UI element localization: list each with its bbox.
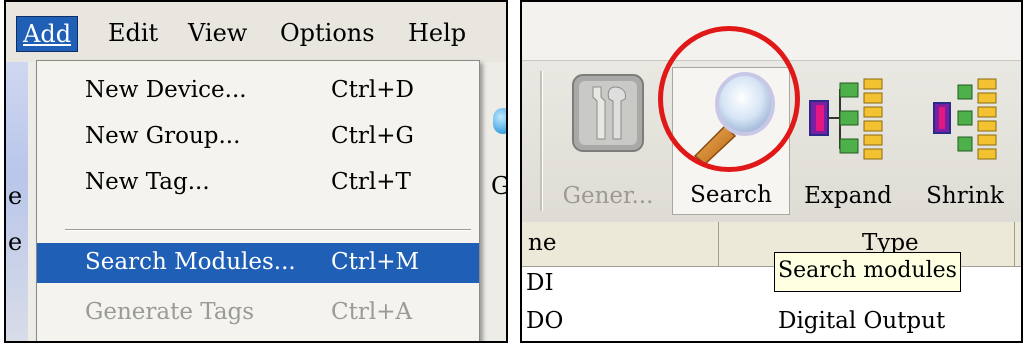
menu-bar: Add Edit View Options Help	[6, 2, 506, 62]
menu-item-new-device[interactable]: New Device... Ctrl+D	[37, 71, 479, 111]
column-divider[interactable]	[718, 222, 719, 266]
add-menu-dropdown: New Device... Ctrl+D New Group... Ctrl+G…	[36, 60, 480, 341]
background-text: e	[8, 228, 23, 256]
shrink-label: Shrink	[926, 183, 1004, 209]
shrink-button[interactable]: Shrink	[910, 67, 1020, 215]
menu-item-label: New Group...	[85, 123, 241, 149]
left-screenshot-panel: Add Edit View Options Help e G e New Dev…	[4, 0, 508, 343]
column-header-name[interactable]: ne	[528, 230, 556, 256]
menu-item-generate-tags[interactable]: Generate Tags Ctrl+A	[37, 293, 479, 333]
cell-type: Digital Output	[778, 308, 946, 334]
search-label: Search	[690, 182, 772, 208]
expand-label: Expand	[804, 183, 892, 209]
menu-item-new-tag[interactable]: New Tag... Ctrl+T	[37, 163, 479, 203]
menu-item-shortcut: Ctrl+M	[331, 249, 420, 275]
menu-item-shortcut: Ctrl+D	[331, 77, 414, 103]
tree-shrink-icon	[933, 78, 997, 160]
tree-expand-icon	[809, 78, 883, 160]
menu-item-shortcut: Ctrl+T	[331, 169, 411, 195]
expand-button[interactable]: Expand	[796, 67, 900, 215]
highlight-circle	[658, 26, 800, 172]
globe-icon	[493, 108, 506, 134]
cell-name: DO	[526, 308, 564, 334]
right-screenshot-panel: Gener... Search Expand Shrink ne Type DI…	[520, 0, 1023, 343]
menu-item-shortcut: Ctrl+G	[331, 123, 414, 149]
generate-button[interactable]: Gener...	[552, 67, 664, 215]
search-tooltip: Search modules	[774, 252, 961, 292]
menu-item-shortcut: Ctrl+A	[331, 299, 413, 325]
menu-separator	[65, 229, 471, 231]
toolbar-divider	[540, 71, 543, 211]
menu-item-label: Generate Tags	[85, 299, 255, 325]
wrench-screwdriver-icon	[572, 74, 644, 152]
cell-name: DI	[526, 270, 554, 296]
menu-view[interactable]: View	[182, 16, 253, 50]
menu-item-label: Search Modules...	[85, 249, 296, 275]
menu-options[interactable]: Options	[274, 16, 381, 50]
menu-help[interactable]: Help	[402, 16, 472, 50]
menu-item-label: New Device...	[85, 77, 247, 103]
menu-add[interactable]: Add	[16, 16, 79, 52]
menu-item-label: New Tag...	[85, 169, 210, 195]
background-text: e	[8, 182, 23, 210]
column-divider[interactable]	[1014, 222, 1015, 266]
menu-item-new-group[interactable]: New Group... Ctrl+G	[37, 117, 479, 157]
background-text: G	[491, 172, 506, 200]
menu-item-search-modules[interactable]: Search Modules... Ctrl+M	[37, 243, 479, 283]
generate-label: Gener...	[562, 183, 654, 209]
menu-edit[interactable]: Edit	[102, 16, 164, 50]
